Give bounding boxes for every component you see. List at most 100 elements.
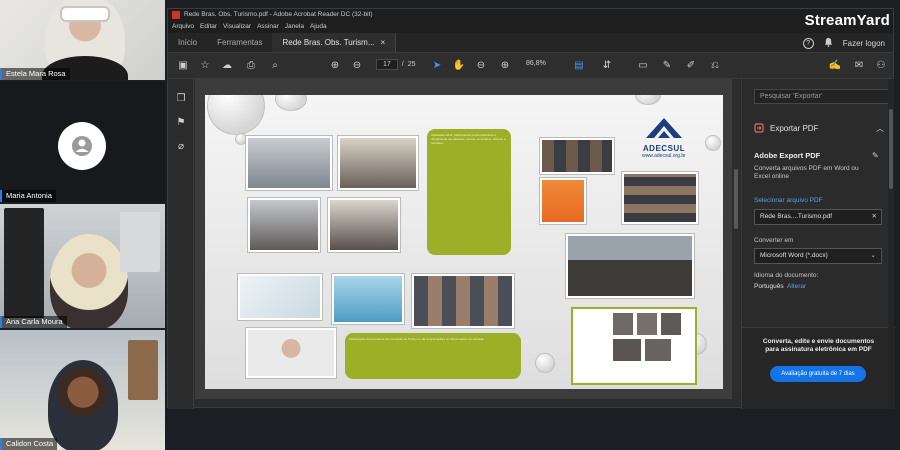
decorative-bubble	[535, 353, 555, 373]
video-call-screenshot	[539, 137, 615, 175]
menu-file[interactable]: Arquivo	[172, 21, 194, 33]
page-separator: /	[401, 61, 404, 68]
zoom-level[interactable]: 86,8%	[526, 60, 546, 67]
event-photo	[337, 135, 419, 191]
group-photo	[565, 233, 695, 299]
draw-icon[interactable]: ✐	[684, 59, 698, 73]
decorative-bubble	[705, 135, 721, 151]
video-call-screenshot	[621, 171, 699, 225]
zoom-in-icon[interactable]: ⊕	[498, 59, 512, 73]
participant-name: Estela Mara Rosa	[0, 68, 70, 80]
close-tab-icon[interactable]: ×	[381, 33, 386, 52]
panel-scrollbar[interactable]	[888, 79, 894, 409]
convert-label: Converter em	[754, 237, 794, 244]
menu-edit[interactable]: Editar	[200, 21, 217, 33]
header-actions: ? Fazer logon	[802, 33, 885, 53]
user-avatar-icon	[58, 122, 106, 170]
language-value: Português	[754, 283, 784, 290]
trial-promo: Converta, edite e envie documentos para …	[742, 327, 895, 409]
selected-file-name: Rede Bras....Turismo.pdf	[760, 213, 833, 220]
share-user-icon[interactable]: ⚇	[874, 59, 888, 73]
export-section-title: Adobe Export PDF	[754, 151, 821, 160]
scroll-mode-icon[interactable]: ⇵	[600, 59, 614, 73]
page-down-icon[interactable]: ⊖	[350, 59, 364, 73]
main-toolbar: ▣ ☆ ☁ ⎙ ⌕ ⊕ ⊖ 17 / 25 ➤ ✋ ⊖ ⊕ 86,8% ▤ ⇵ …	[168, 53, 893, 79]
comment-icon[interactable]: ▭	[636, 59, 650, 73]
participant-tile-4: Calidon Costa	[0, 330, 165, 450]
orange-flyer	[539, 177, 587, 225]
clear-file-icon[interactable]: ✕	[872, 210, 877, 224]
print-icon[interactable]: ⎙	[244, 59, 258, 73]
document-scrollbar[interactable]	[732, 79, 740, 399]
export-pdf-icon	[754, 123, 764, 133]
menu-window[interactable]: Janela	[285, 21, 304, 33]
tab-document-label: Rede Bras. Obs. Turism...	[282, 38, 375, 47]
participant-tile-2: Maria Antonia	[0, 82, 165, 202]
meeting-photos-frame	[571, 307, 697, 385]
bell-icon[interactable]	[824, 37, 833, 49]
mail-icon[interactable]: ✉	[852, 59, 866, 73]
help-icon[interactable]: ?	[802, 37, 814, 49]
stamp-icon[interactable]: ⎌	[708, 59, 722, 73]
chevron-up-icon[interactable]: ︿	[876, 123, 884, 134]
hand-tool-icon[interactable]: ✋	[452, 59, 466, 73]
convert-format-value: Microsoft Word (*.docx)	[760, 252, 828, 259]
participant-tile-1: Estela Mara Rosa	[0, 0, 165, 80]
menu-sign[interactable]: Assinar	[257, 21, 279, 33]
tab-home[interactable]: Início	[168, 33, 207, 52]
menu-view[interactable]: Visualizar	[223, 21, 251, 33]
window-titlebar: Rede Bras. Obs. Turismo.pdf - Adobe Acro…	[168, 9, 893, 21]
upload-cloud-icon[interactable]: ☁	[220, 59, 234, 73]
total-pages: 25	[407, 61, 416, 68]
event-photo	[245, 135, 333, 191]
fill-sign-icon[interactable]: ✍	[828, 59, 842, 73]
document-viewport[interactable]: Atividades Afins: participamos presencia…	[195, 79, 740, 399]
selected-file-field[interactable]: Rede Bras....Turismo.pdf ✕	[754, 209, 882, 225]
decorative-bubble	[635, 95, 661, 105]
highlight-pen-icon[interactable]: ✎	[660, 59, 674, 73]
edit-pencil-icon[interactable]: ✎	[872, 151, 879, 160]
adecsul-url: www.adecsul.org.br	[642, 153, 686, 159]
chevron-down-icon: ⌄	[870, 252, 876, 259]
convert-format-select[interactable]: Microsoft Word (*.docx) ⌄	[754, 248, 882, 264]
webinar-banner	[331, 273, 405, 325]
export-pdf-title: Exportar PDF	[770, 123, 819, 133]
tools-search-input[interactable]: Pesquisar 'Exportar'	[754, 89, 890, 104]
acrobat-window: Rede Bras. Obs. Turismo.pdf - Adobe Acro…	[167, 8, 895, 409]
scrollbar-thumb[interactable]	[734, 169, 738, 229]
select-pdf-link[interactable]: Selecionar arquivo PDF	[754, 197, 823, 204]
bookmarks-icon[interactable]: ⚑	[175, 117, 187, 129]
select-cursor-icon[interactable]: ➤	[430, 59, 444, 73]
window-title: Rede Bras. Obs. Turismo.pdf - Adobe Acro…	[184, 11, 373, 18]
page-thumbnails-icon[interactable]: ❐	[175, 93, 187, 105]
bookmark-star-icon[interactable]: ☆	[198, 59, 212, 73]
speaker-photo	[245, 327, 337, 379]
participation-text-box: Participação da presidente da Comissão d…	[345, 333, 521, 379]
language-label: Idioma do documento:	[754, 272, 819, 279]
map-graphic	[237, 273, 323, 321]
event-photo	[327, 197, 401, 253]
login-button[interactable]: Fazer logon	[843, 39, 885, 48]
current-page-input[interactable]: 17	[376, 59, 398, 70]
pdf-page: Atividades Afins: participamos presencia…	[205, 95, 723, 389]
zoom-out-icon[interactable]: ⊖	[474, 59, 488, 73]
menu-help[interactable]: Ajuda	[310, 21, 327, 33]
zoom-search-icon[interactable]: ⌕	[268, 59, 282, 73]
promo-text: Converta, edite e envie documentos para …	[762, 338, 875, 353]
tab-bar: Início Ferramentas Rede Bras. Obs. Turis…	[168, 33, 893, 53]
fit-page-icon[interactable]: ▤	[572, 59, 586, 73]
attachments-icon[interactable]: ⌀	[175, 141, 187, 153]
export-pdf-header[interactable]: Exportar PDF ︿	[754, 121, 884, 135]
save-icon[interactable]: ▣	[176, 59, 190, 73]
tab-document[interactable]: Rede Bras. Obs. Turism... ×	[272, 33, 397, 52]
page-up-icon[interactable]: ⊕	[328, 59, 342, 73]
tab-tools[interactable]: Ferramentas	[207, 33, 272, 52]
activities-text-box: Atividades Afins: participamos presencia…	[427, 129, 511, 255]
adecsul-wordmark: ADECSUL	[642, 144, 686, 153]
change-language-link[interactable]: Alterar	[787, 283, 806, 290]
participant-tile-3: Ana Carla Moura	[0, 204, 165, 328]
right-tools-panel: Pesquisar 'Exportar' Exportar PDF ︿ Adob…	[741, 79, 895, 409]
free-trial-button[interactable]: Avaliação gratuita de 7 dias	[770, 366, 866, 382]
event-photo	[247, 197, 321, 253]
panel-scrollbar-thumb[interactable]	[889, 109, 893, 189]
